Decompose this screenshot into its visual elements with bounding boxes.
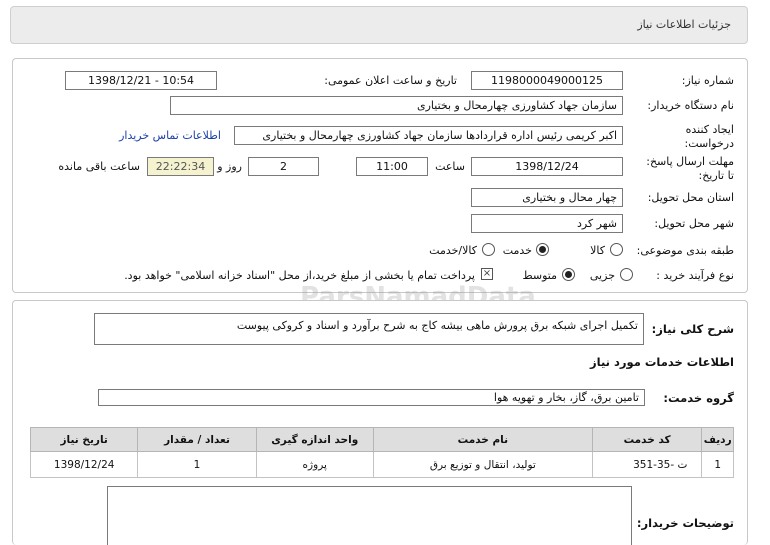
deadline-date-field: 1398/12/24 (471, 157, 623, 176)
summary-field: تکمیل اجرای شبکه برق پرورش ماهی بیشه کاج… (94, 313, 644, 345)
col-date-header: تاریخ نیاز (29, 427, 139, 452)
category-goods-radio[interactable] (610, 243, 623, 256)
col-unit-header: واحد اندازه گیری (255, 427, 374, 452)
cell-quantity: 1 (137, 451, 257, 478)
remaining-time-field: 22:22:34 (147, 157, 214, 176)
announce-date-field: 1398/12/21 - 10:54 (65, 71, 217, 90)
deadline-label: مهلت ارسال پاسخ: (646, 155, 734, 168)
process-minor-label: جزیی (589, 269, 615, 282)
col-service-name-header: نام خدمت (372, 427, 593, 452)
remaining-time-label: ساعت باقی مانده (58, 160, 140, 173)
category-goods-service-label: کالا/خدمت (429, 244, 477, 257)
col-quantity-header: تعداد / مقدار (137, 427, 257, 452)
deadline-time-label: ساعت (435, 160, 465, 173)
city-label: شهر محل تحویل: (654, 217, 734, 230)
services-table: ردیف کد خدمت نام خدمت واحد اندازه گیری ت… (29, 427, 734, 478)
treasury-payment-note: پرداخت تمام یا بخشی از مبلغ خرید،از محل … (124, 269, 475, 282)
cell-service-code: ت -35-351 (591, 451, 703, 478)
category-label: طبقه بندی موضوعی: (636, 244, 734, 257)
service-group-label: گروه خدمت: (663, 391, 734, 405)
need-number-field: 1198000049000125 (471, 71, 623, 90)
services-section-title: اطلاعات خدمات مورد نیاز (590, 355, 734, 369)
category-service-label: خدمت (502, 244, 532, 257)
days-remaining-field: 2 (248, 157, 319, 176)
cell-unit: پروژه (255, 451, 374, 478)
category-goods-label: کالا (590, 244, 605, 257)
process-medium-label: متوسط (522, 269, 557, 282)
days-label: روز و (217, 160, 242, 173)
summary-label: شرح کلی نیاز: (651, 322, 734, 336)
buyer-contact-link[interactable]: اطلاعات تماس خریدار (119, 129, 221, 142)
cell-row-number: 1 (701, 451, 734, 478)
creator-label: ایجاد کننده (685, 123, 734, 136)
deadline-label-2: تا تاریخ: (698, 169, 734, 182)
buyer-notes-label: توضیحات خریدار: (636, 516, 734, 530)
col-code-header: کد خدمت (591, 427, 703, 452)
creator-label-2: درخواست: (684, 137, 734, 150)
process-minor-radio[interactable] (620, 268, 633, 281)
treasury-payment-checkbox[interactable]: × (481, 268, 493, 280)
process-type-label: نوع فرآیند خرید : (656, 269, 734, 282)
deadline-time-field: 11:00 (356, 157, 428, 176)
announce-date-label: تاریخ و ساعت اعلان عمومی: (324, 74, 457, 87)
cell-service-name: تولید، انتقال و توزیع برق (372, 451, 593, 478)
province-label: استان محل تحویل: (647, 191, 734, 204)
service-group-field: تامین برق، گاز، بخار و تهویه هوا (98, 389, 645, 406)
province-field: چهار محال و بختیاری (471, 188, 623, 207)
col-row-header: ردیف (701, 427, 734, 452)
creator-field: اکبر کریمی رئیس اداره قراردادها سازمان ج… (234, 126, 623, 145)
category-service-radio[interactable] (536, 243, 549, 256)
table-header-row: ردیف کد خدمت نام خدمت واحد اندازه گیری ت… (29, 427, 734, 452)
buyer-name-field: سازمان جهاد کشاورزی چهارمحال و بختیاری (170, 96, 623, 115)
category-goods-service-radio[interactable] (482, 243, 495, 256)
cell-need-date: 1398/12/24 (29, 451, 139, 478)
city-field: شهر کرد (471, 214, 623, 233)
need-number-label: شماره نیاز: (681, 74, 734, 87)
buyer-name-label: نام دستگاه خریدار: (647, 99, 734, 112)
table-row: 1 ت -35-351 تولید، انتقال و توزیع برق پر… (29, 451, 734, 478)
page-title: جزئیات اطلاعات نیاز (637, 18, 731, 31)
process-medium-radio[interactable] (562, 268, 575, 281)
page-header: جزئیات اطلاعات نیاز (10, 6, 748, 44)
buyer-notes-field (107, 486, 632, 545)
